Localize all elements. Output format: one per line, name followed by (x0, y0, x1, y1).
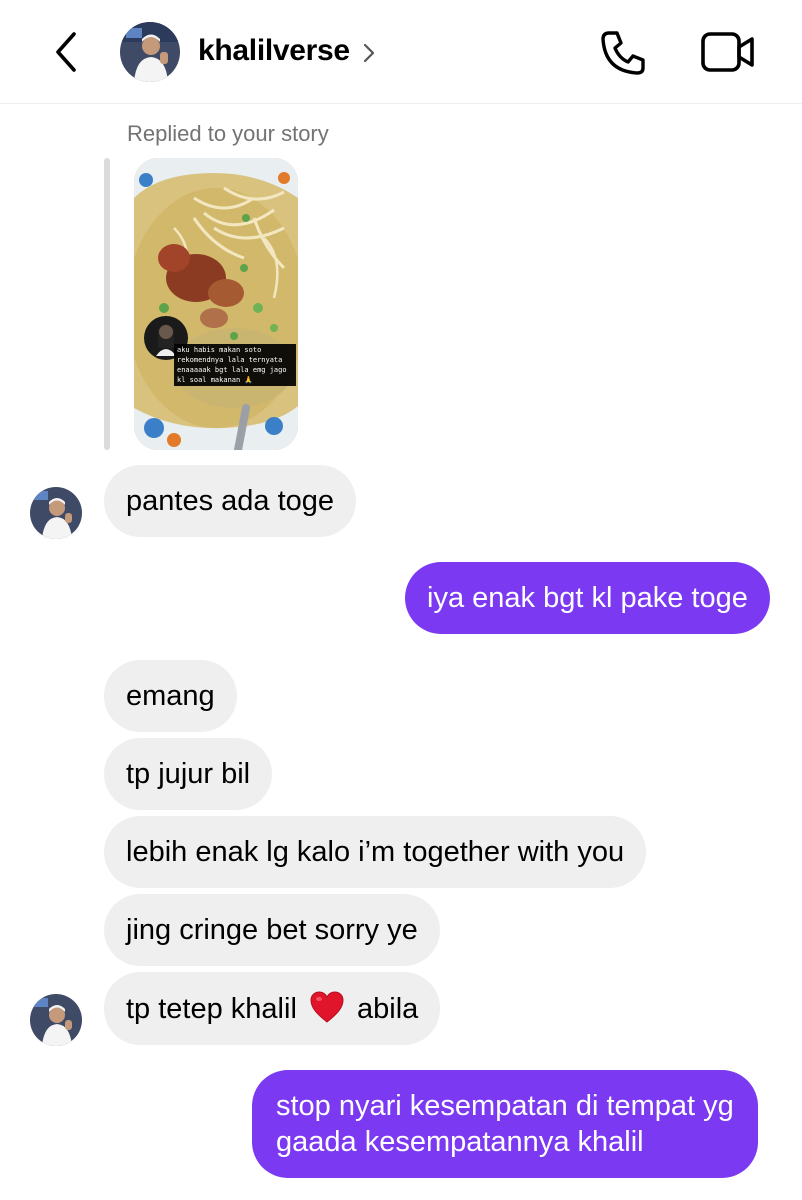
profile-link[interactable] (360, 40, 378, 66)
story-reply-label: Replied to your story (127, 121, 329, 146)
story-thumbnail[interactable]: aku habis makan soto rekomendnya lala te… (134, 158, 298, 450)
chat-header: khalilverse (0, 0, 802, 104)
message-bubble-outgoing[interactable]: iya enak bgt kl pake toge (405, 562, 770, 634)
message-bubble-incoming[interactable]: tp tetep khalil abila (104, 972, 441, 1045)
reply-indicator-bar (104, 158, 110, 450)
phone-icon (601, 31, 645, 75)
call-button[interactable] (598, 28, 648, 78)
message-bubble-outgoing[interactable]: stop nyari kesempatan di tempat yg gaada… (252, 1070, 758, 1178)
chevron-left-icon (56, 32, 76, 72)
message-line: stop nyari kesempatan di tempat yg (276, 1090, 734, 1122)
message-bubble-incoming[interactable]: lebih enak lg kalo i’m together with you (104, 816, 647, 888)
message-bubble-incoming[interactable]: jing cringe bet sorry ye (104, 894, 440, 966)
message-bubble-incoming[interactable]: pantes ada toge (104, 465, 357, 537)
message-bubble-incoming[interactable]: emang (104, 660, 237, 732)
header-avatar[interactable] (120, 22, 180, 82)
message-bubble-incoming[interactable]: tp jujur bil (104, 738, 273, 810)
red-heart-emoji (310, 991, 344, 1023)
message-line: gaada kesempatannya khalil (276, 1126, 644, 1158)
video-camera-icon (701, 32, 754, 72)
chevron-right-icon (363, 43, 375, 63)
sender-avatar[interactable] (30, 487, 82, 539)
chat-username[interactable]: khalilverse (198, 34, 350, 68)
story-caption: aku habis makan soto rekomendnya lala te… (174, 344, 296, 386)
message-text: abila (357, 993, 419, 1025)
message-text: tp tetep khalil (126, 993, 297, 1025)
sender-avatar[interactable] (30, 994, 82, 1046)
back-button[interactable] (48, 30, 88, 74)
video-call-button[interactable] (700, 30, 756, 74)
